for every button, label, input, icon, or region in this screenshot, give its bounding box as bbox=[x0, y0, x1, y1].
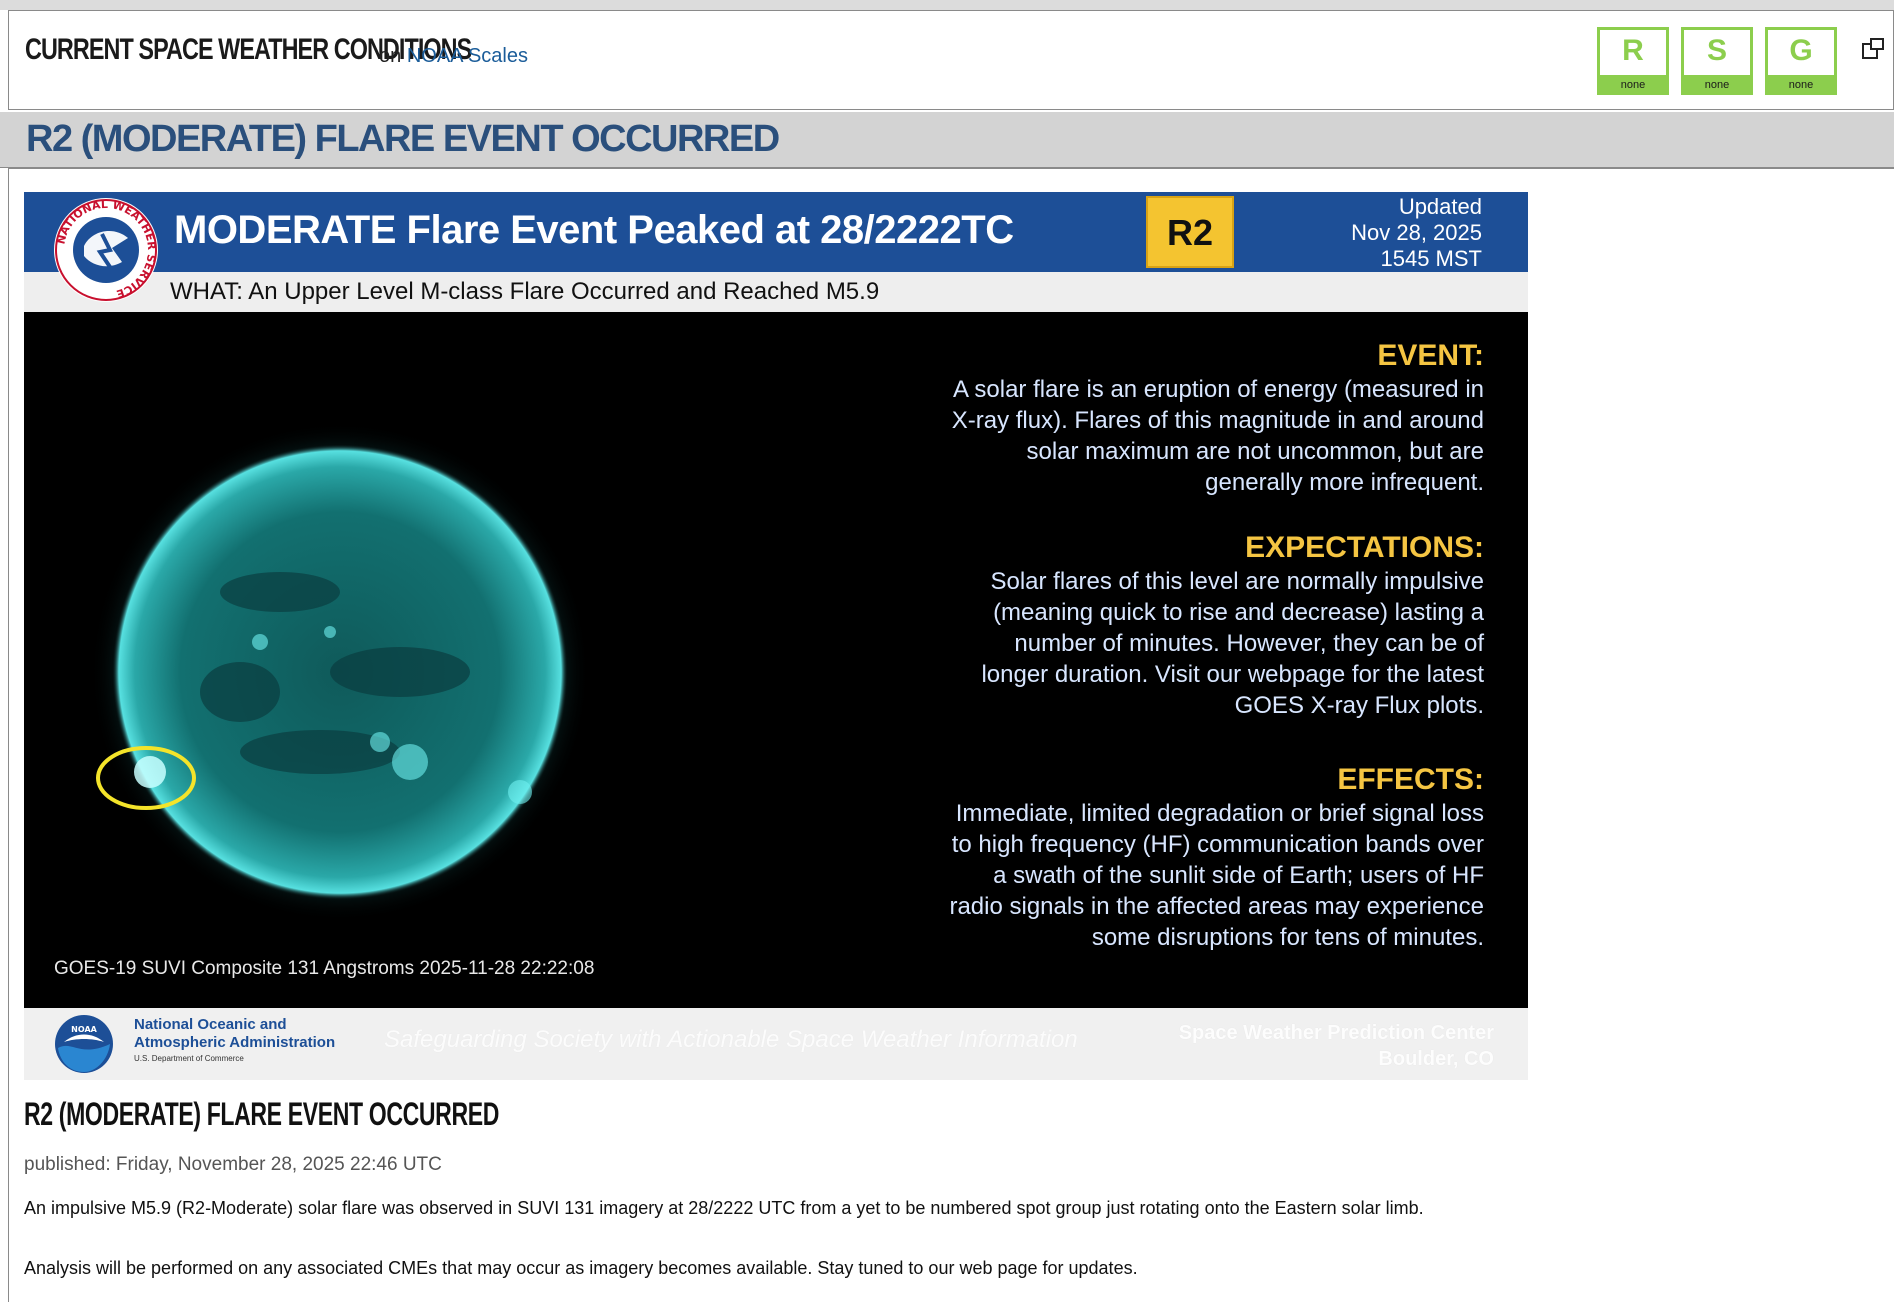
event-line: X-ray flux). Flares of this magnitude in… bbox=[951, 407, 1484, 434]
on-label: on bbox=[379, 45, 402, 67]
noaa-department: U.S. Department of Commerce bbox=[134, 1054, 244, 1063]
swpc-credit: Space Weather Prediction Center Boulder,… bbox=[1179, 1020, 1494, 1072]
scales-group: R none S none G none bbox=[1597, 27, 1837, 95]
scale-value: none bbox=[1765, 75, 1837, 95]
published-date: published: Friday, November 28, 2025 22:… bbox=[24, 1154, 442, 1175]
scale-letter: G bbox=[1789, 34, 1813, 67]
event-heading: EVENT: bbox=[1377, 339, 1484, 372]
event-line: A solar flare is an eruption of energy (… bbox=[953, 376, 1484, 403]
event-line: solar maximum are not uncommon, but are bbox=[1026, 438, 1484, 465]
conditions-panel: CURRENT SPACE WEATHER CONDITIONS on NOAA… bbox=[8, 10, 1894, 110]
effects-line: a swath of the sunlit side of Earth; use… bbox=[993, 862, 1484, 889]
updated-time: 1545 MST bbox=[1380, 246, 1483, 271]
scale-value: none bbox=[1597, 75, 1669, 95]
scale-letter: S bbox=[1706, 34, 1727, 67]
noaa-name-line: Atmospheric Administration bbox=[134, 1034, 336, 1051]
effects-section: EFFECTS: Immediate, limited degradation … bbox=[804, 762, 1484, 953]
flare-graphic: MODERATE Flare Event Peaked at 28/2222TC… bbox=[24, 192, 1528, 1080]
scale-r[interactable]: R none bbox=[1597, 27, 1669, 95]
scale-s[interactable]: S none bbox=[1681, 27, 1753, 95]
event-section: EVENT: A solar flare is an eruption of e… bbox=[804, 338, 1484, 498]
graphic-header-title: MODERATE Flare Event Peaked at 28/2222TC bbox=[174, 208, 1014, 252]
expectations-line: (meaning quick to rise and decrease) las… bbox=[993, 599, 1484, 626]
noaa-logo-text: NOAA bbox=[71, 1025, 97, 1034]
expectations-line: number of minutes. However, they can be … bbox=[1014, 630, 1484, 657]
effects-line: some disruptions for tens of minutes. bbox=[1091, 924, 1484, 951]
scale-value: none bbox=[1681, 75, 1753, 95]
updated-line: Updated bbox=[1398, 194, 1482, 219]
expectations-line: GOES X-ray Flux plots. bbox=[1234, 692, 1484, 719]
swpc-location: Boulder, CO bbox=[1378, 1048, 1494, 1070]
event-line: generally more infrequent. bbox=[1205, 469, 1484, 496]
expectations-line: Solar flares of this level are normally … bbox=[990, 568, 1484, 595]
effects-line: to high frequency (HF) communication ban… bbox=[951, 831, 1484, 858]
scale-g[interactable]: G none bbox=[1765, 27, 1837, 95]
image-caption: GOES-19 SUVI Composite 131 Angstroms 202… bbox=[54, 958, 595, 979]
alert-banner: R2 (MODERATE) FLARE EVENT OCCURRED bbox=[0, 112, 1894, 168]
footer-tagline: Safeguarding Society with Actionable Spa… bbox=[384, 1026, 1078, 1053]
article-paragraph: Analysis will be performed on any associ… bbox=[24, 1258, 1138, 1278]
swpc-name: Space Weather Prediction Center bbox=[1178, 1022, 1494, 1044]
page-top-strip bbox=[0, 0, 1894, 10]
popout-icon[interactable] bbox=[1861, 37, 1885, 61]
expectations-heading: EXPECTATIONS: bbox=[1245, 531, 1484, 564]
r2-badge: R2 bbox=[1146, 196, 1234, 268]
nws-logo-icon: NATIONAL WEATHER SERVICE bbox=[54, 198, 158, 302]
sun-image bbox=[90, 422, 590, 922]
noaa-scales-link[interactable]: NOAA Scales bbox=[407, 45, 528, 67]
updated-stamp: Updated Nov 28, 2025 1545 MST bbox=[1351, 194, 1482, 272]
effects-line: Immediate, limited degradation or brief … bbox=[955, 800, 1484, 827]
updated-date: Nov 28, 2025 bbox=[1351, 220, 1482, 245]
effects-heading: EFFECTS: bbox=[1337, 763, 1484, 796]
expectations-section: EXPECTATIONS: Solar flares of this level… bbox=[804, 530, 1484, 721]
article-title: R2 (MODERATE) FLARE EVENT OCCURRED bbox=[24, 1096, 500, 1132]
article-paragraph: An impulsive M5.9 (R2-Moderate) solar fl… bbox=[24, 1198, 1424, 1218]
graphic-what-bar: WHAT: An Upper Level M-class Flare Occur… bbox=[24, 272, 1528, 312]
effects-line: radio signals in the affected areas may … bbox=[949, 893, 1484, 920]
scale-letter: R bbox=[1622, 34, 1644, 67]
what-text: WHAT: An Upper Level M-class Flare Occur… bbox=[170, 278, 880, 305]
noaa-name-line: National Oceanic and bbox=[134, 1016, 287, 1033]
graphic-header: MODERATE Flare Event Peaked at 28/2222TC… bbox=[24, 192, 1528, 272]
noaa-name: National Oceanic and Atmospheric Adminis… bbox=[134, 1016, 335, 1052]
noaa-logo-icon: NOAA bbox=[55, 1015, 113, 1073]
graphic-footer: NOAA National Oceanic and Atmospheric Ad… bbox=[24, 1008, 1528, 1080]
conditions-on-text: on NOAA Scales bbox=[379, 45, 528, 68]
banner-title: R2 (MODERATE) FLARE EVENT OCCURRED bbox=[26, 118, 780, 160]
expectations-line: longer duration. Visit our webpage for t… bbox=[981, 661, 1484, 688]
